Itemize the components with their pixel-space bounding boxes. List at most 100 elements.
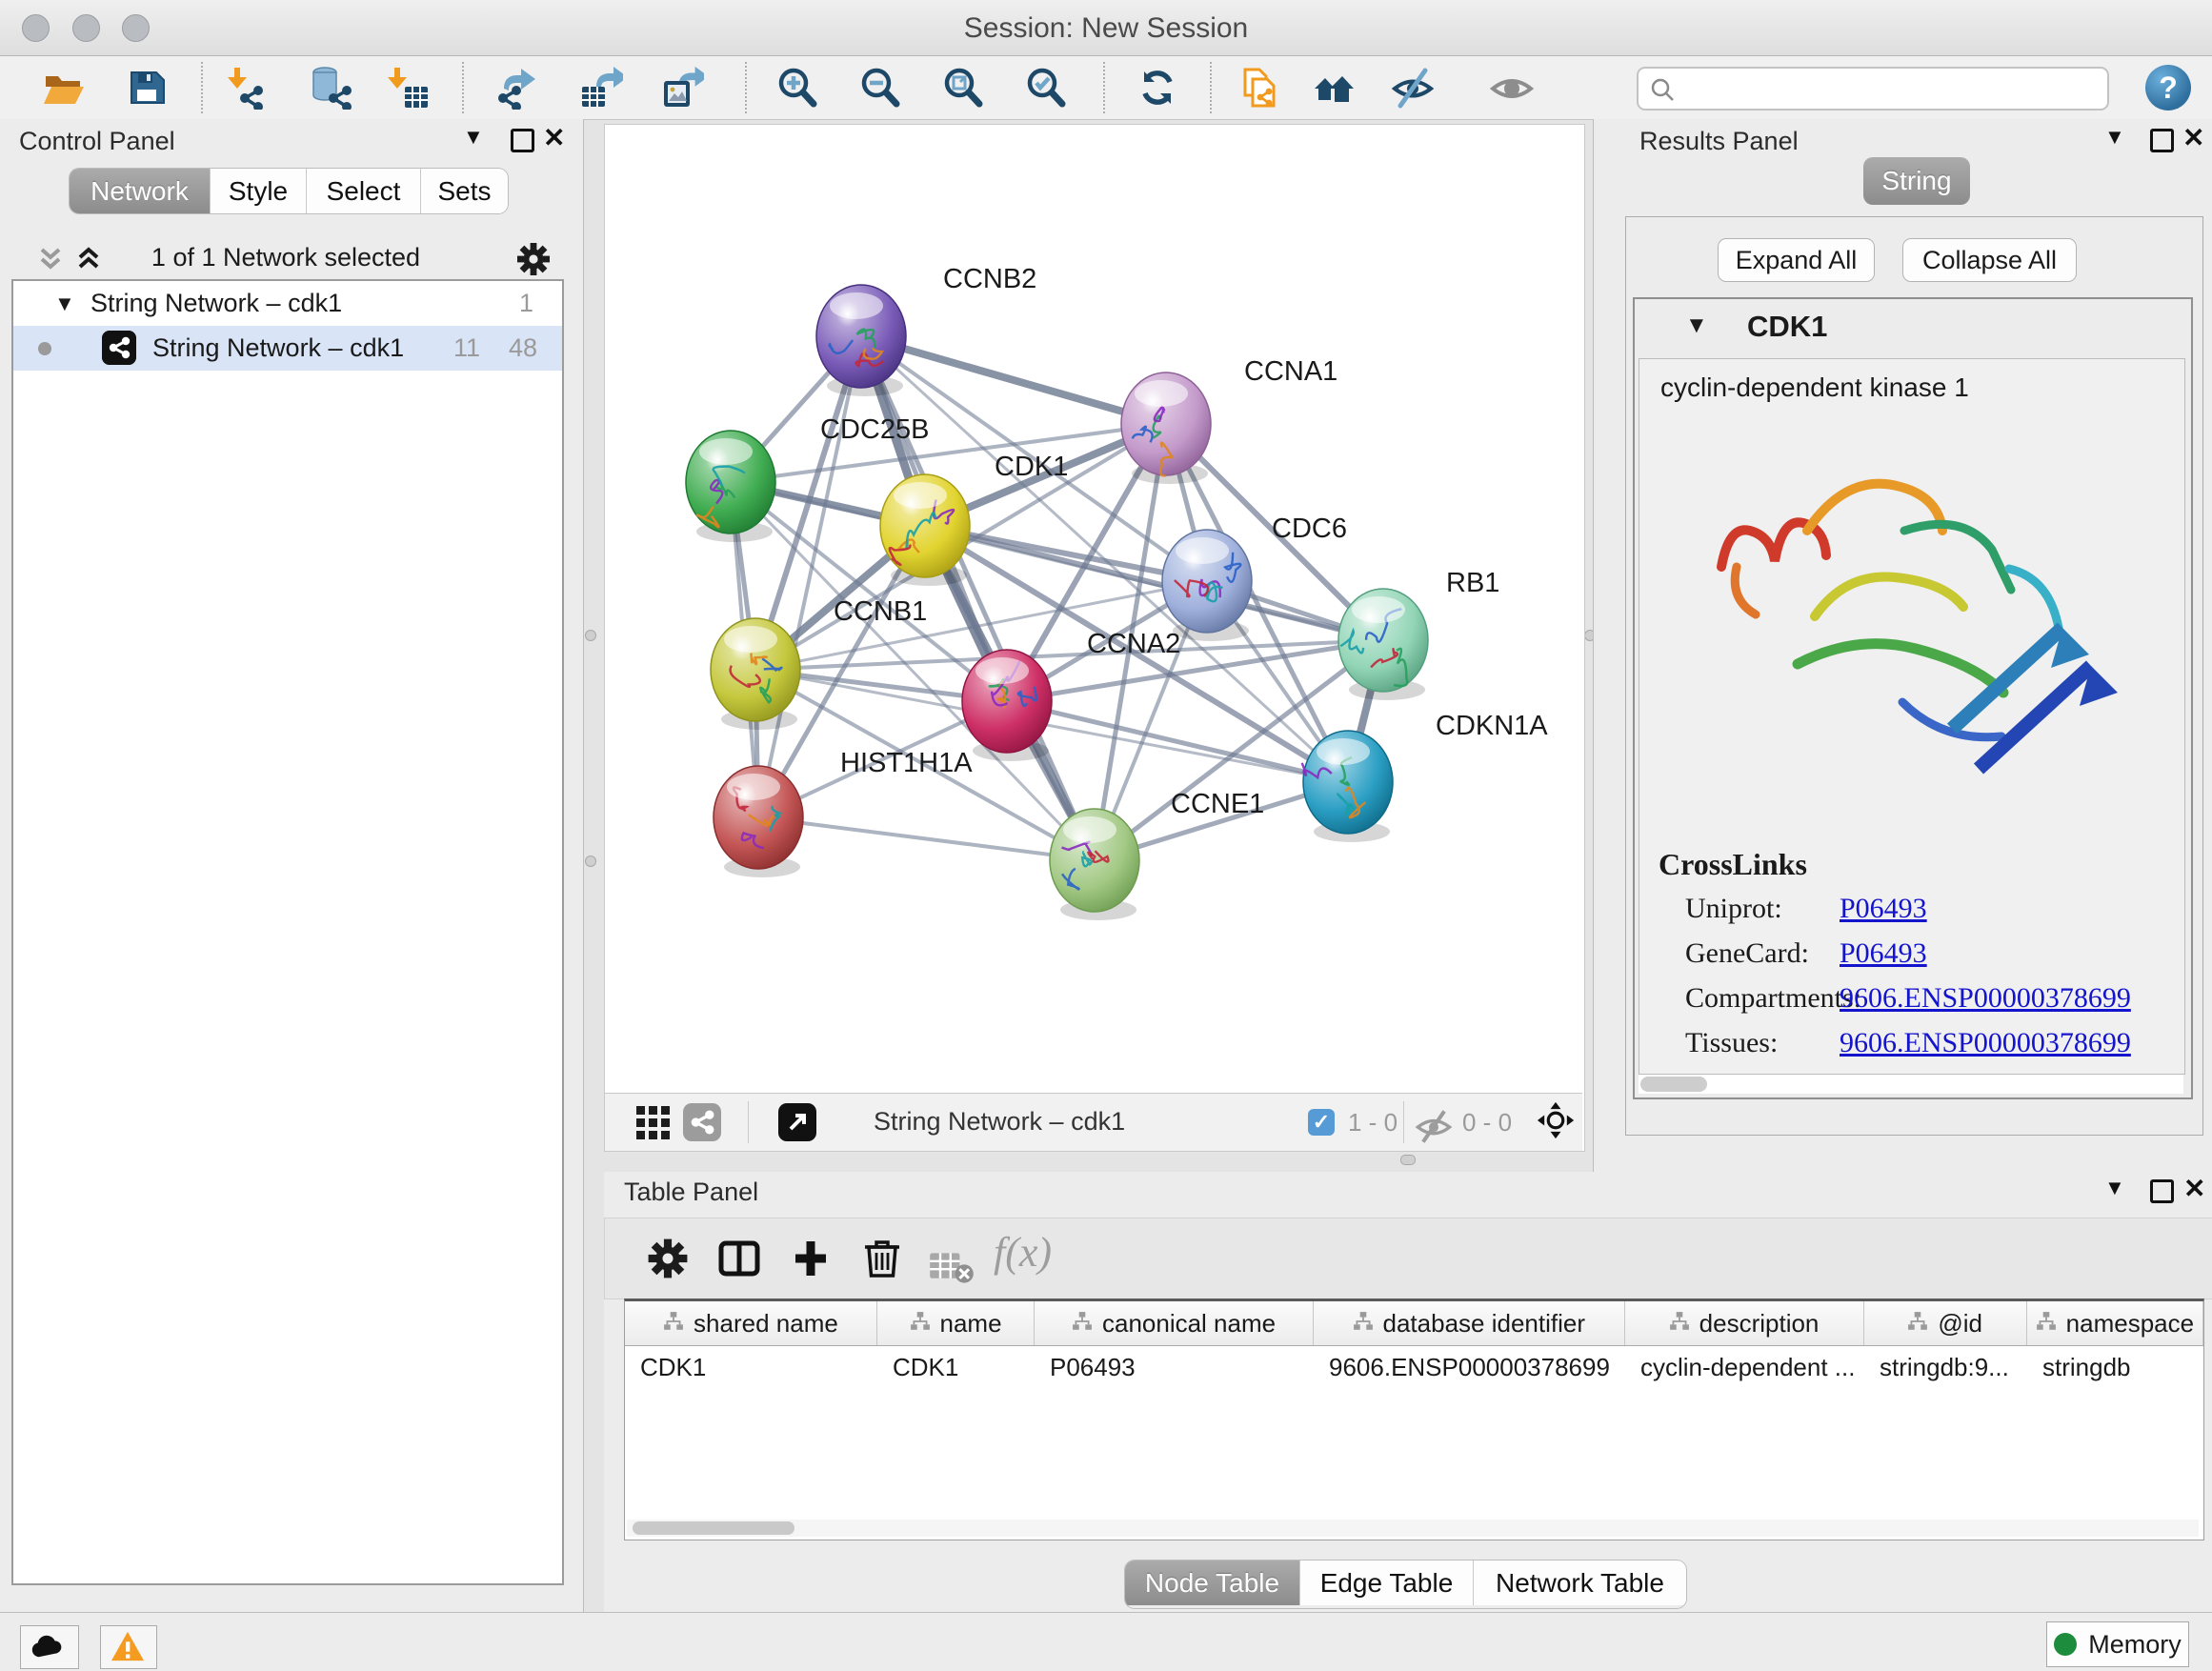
cloud-button[interactable]	[20, 1625, 79, 1669]
protein-card-header[interactable]: ▼ CDK1	[1635, 299, 2191, 356]
crosslink-link[interactable]: P06493	[1840, 893, 1927, 925]
zoom-selected-icon[interactable]	[1024, 66, 1068, 110]
warnings-button[interactable]	[100, 1625, 157, 1669]
network-options-gear-icon[interactable]	[514, 240, 553, 278]
column-header-name[interactable]: name	[877, 1301, 1035, 1345]
edge-CCNB2-CCNA1[interactable]	[861, 336, 1166, 424]
column-header-canonical-name[interactable]: canonical name	[1035, 1301, 1314, 1345]
collapse-all-button[interactable]: Collapse All	[1902, 238, 2077, 282]
results-hscrollbar[interactable]	[1639, 1075, 2183, 1094]
table-panel-menu-icon[interactable]: ▼	[2104, 1176, 2125, 1200]
zoom-in-icon[interactable]	[775, 66, 819, 110]
column-header-namespace[interactable]: namespace	[2027, 1301, 2203, 1345]
hidden-eye-slash-icon[interactable]	[1415, 1107, 1447, 1139]
detach-view-icon[interactable]	[778, 1103, 816, 1141]
table-panel-close-icon[interactable]: ✕	[2183, 1173, 2205, 1204]
table-options-gear-icon[interactable]	[645, 1236, 691, 1281]
crosslink-link[interactable]: P06493	[1840, 937, 1927, 970]
help-button[interactable]: ?	[2145, 65, 2191, 111]
show-columns-icon[interactable]	[716, 1236, 762, 1281]
import-network-from-file-icon[interactable]	[225, 66, 269, 110]
table-cell[interactable]: CDK1	[877, 1346, 1035, 1388]
edge-CCNB2-HIST1H1A[interactable]	[758, 336, 861, 817]
search-input[interactable]	[1680, 71, 2094, 104]
collection-disclosure-icon[interactable]: ▼	[54, 281, 75, 326]
export-image-icon[interactable]	[660, 66, 704, 110]
collapse-all-networks-icon[interactable]	[34, 242, 67, 279]
table-cell[interactable]: CDK1	[625, 1346, 877, 1388]
network-row[interactable]: String Network – cdk1 11 48	[13, 326, 562, 371]
tab-style[interactable]: Style	[211, 169, 307, 213]
node-CCNA2[interactable]: CCNA2	[962, 629, 1180, 761]
node-CCNE1[interactable]: CCNE1	[1050, 789, 1264, 920]
column-header-shared-name[interactable]: shared name	[625, 1301, 877, 1345]
apply-layout-icon[interactable]	[1136, 66, 1179, 110]
open-session-icon[interactable]	[42, 66, 86, 110]
crosslink-link[interactable]: 9606.ENSP00000378699	[1840, 1027, 2131, 1059]
tab-node-table[interactable]: Node Table	[1125, 1560, 1300, 1605]
column-label: description	[1699, 1309, 1820, 1339]
table-cell[interactable]: 9606.ENSP00000378699	[1314, 1346, 1625, 1388]
search-box	[1637, 67, 2109, 111]
copy-network-icon[interactable]	[1237, 66, 1281, 110]
selected-nodes-checkbox[interactable]: ✓	[1308, 1109, 1335, 1136]
table-cell[interactable]: cyclin-dependent ...	[1625, 1346, 1864, 1388]
grid-view-icon[interactable]	[633, 1103, 672, 1141]
table-panel-float-icon[interactable]	[2150, 1179, 2174, 1203]
column-header-database-identifier[interactable]: database identifier	[1314, 1301, 1625, 1345]
network-collection-row[interactable]: ▼ String Network – cdk1 1	[13, 281, 562, 326]
import-network-from-database-icon[interactable]	[310, 66, 353, 110]
expand-all-networks-icon[interactable]	[72, 242, 105, 279]
table-cell[interactable]: P06493	[1035, 1346, 1314, 1388]
node-HIST1H1A[interactable]: HIST1H1A	[714, 748, 973, 877]
control-panel-close-icon[interactable]: ✕	[543, 122, 565, 153]
tab-network-table[interactable]: Network Table	[1474, 1560, 1686, 1605]
column-header-description[interactable]: description	[1625, 1301, 1864, 1345]
birdseye-crosshair-icon[interactable]	[1537, 1101, 1579, 1143]
show-all-networks-icon[interactable]	[1313, 66, 1357, 110]
expand-all-button[interactable]: Expand All	[1718, 238, 1875, 282]
crosslink-link[interactable]: 9606.ENSP00000378699	[1840, 982, 2131, 1015]
tab-network[interactable]: Network	[70, 169, 211, 213]
column-header-@id[interactable]: @id	[1864, 1301, 2027, 1345]
left-splitter-handle2[interactable]	[585, 856, 596, 867]
zoom-out-icon[interactable]	[858, 66, 902, 110]
protein-name: CDK1	[1747, 310, 1827, 344]
node-CDKN1A[interactable]: CDKN1A	[1302, 711, 1549, 842]
edge-HIST1H1A-CCNE1[interactable]	[758, 817, 1095, 860]
table-row[interactable]: CDK1CDK1P064939606.ENSP00000378699cyclin…	[625, 1346, 2203, 1388]
tab-string[interactable]: String	[1863, 157, 1970, 205]
results-panel-float-icon[interactable]	[2150, 129, 2174, 152]
add-column-icon[interactable]	[788, 1236, 834, 1281]
results-panel-menu-icon[interactable]: ▼	[2104, 125, 2125, 150]
selected-counts: 1 - 0	[1348, 1108, 1398, 1137]
results-hscrollbar-thumb[interactable]	[1640, 1077, 1707, 1092]
export-network-icon[interactable]	[494, 66, 538, 110]
control-panel-float-icon[interactable]	[511, 129, 534, 152]
table-hscrollbar[interactable]	[627, 1520, 2199, 1537]
results-panel-close-icon[interactable]: ✕	[2182, 122, 2204, 153]
memory-button[interactable]: Memory	[2046, 1621, 2189, 1667]
hide-selected-icon[interactable]	[1391, 66, 1435, 110]
protein-description: cyclin-dependent kinase 1	[1660, 372, 1969, 403]
left-splitter-handle[interactable]	[585, 630, 596, 641]
zoom-fit-icon[interactable]	[941, 66, 985, 110]
tab-select[interactable]: Select	[307, 169, 421, 213]
bottom-splitter-handle[interactable]	[1400, 1155, 1416, 1165]
table-hscrollbar-thumb[interactable]	[633, 1521, 794, 1535]
control-panel-menu-icon[interactable]: ▼	[463, 125, 484, 150]
save-session-icon[interactable]	[125, 66, 169, 110]
tab-sets[interactable]: Sets	[421, 169, 508, 213]
edge-CCNA2-CDKN1A[interactable]	[1007, 701, 1348, 782]
table-cell[interactable]: stringdb	[2027, 1346, 2203, 1388]
protein-disclosure-icon[interactable]: ▼	[1685, 312, 1708, 339]
node-CCNA1[interactable]: CCNA1	[1121, 356, 1337, 484]
import-table-from-file-icon[interactable]	[386, 66, 430, 110]
show-hidden-icon[interactable]	[1490, 66, 1534, 110]
tab-edge-table[interactable]: Edge Table	[1300, 1560, 1474, 1605]
table-cell[interactable]: stringdb:9...	[1864, 1346, 2027, 1388]
delete-column-icon[interactable]	[859, 1236, 905, 1281]
export-table-icon[interactable]	[579, 66, 623, 110]
node-RB1[interactable]: RB1	[1338, 568, 1499, 700]
network-canvas[interactable]: CCNB2CCNA1CDC25BCDK1CDC6RB1CCNB1CCNA2CDK…	[605, 125, 1582, 1092]
